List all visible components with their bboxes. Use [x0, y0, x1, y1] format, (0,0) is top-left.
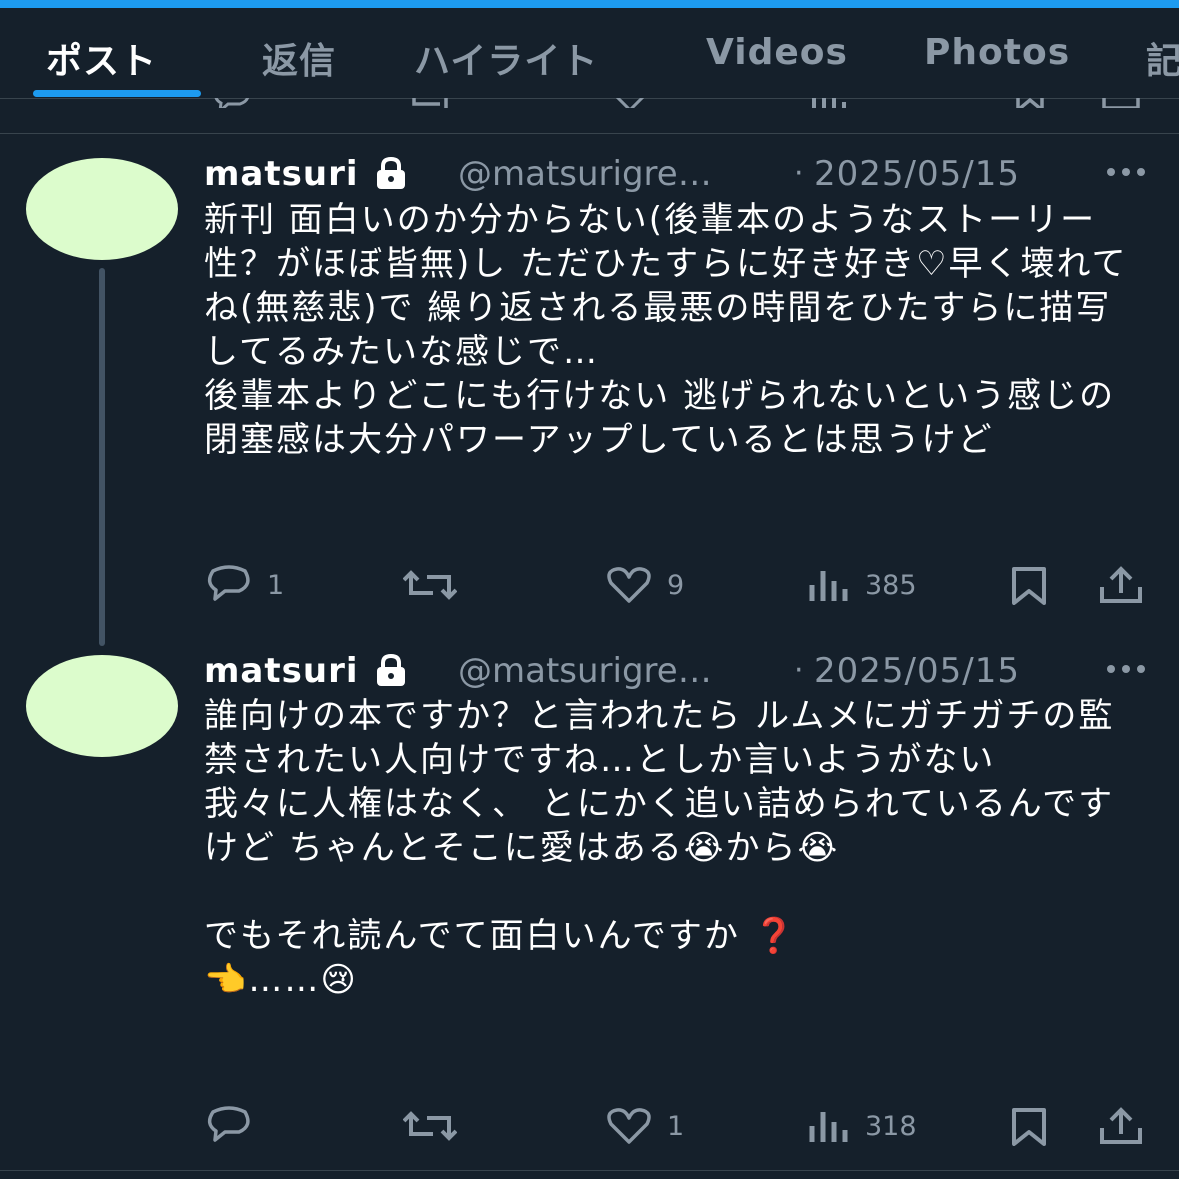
display-name[interactable]: matsuri [204, 651, 359, 691]
retweet-icon[interactable] [410, 98, 454, 108]
header-separator: · [794, 156, 804, 191]
user-handle[interactable]: @matsurigre… [458, 649, 712, 693]
post-text: 誰向けの本ですか？と言われたら ルムメにガチガチの監禁されたい人向けですね…とし… [204, 696, 1115, 1000]
post-actions: 1 9 385 [0, 565, 1179, 605]
reply-button[interactable]: 1 [205, 565, 284, 605]
views-icon [809, 571, 848, 601]
reply-count: 1 [267, 569, 285, 601]
like-button[interactable]: 1 [605, 1106, 684, 1146]
like-icon [607, 1108, 651, 1144]
more-icon[interactable] [1104, 150, 1148, 205]
like-count: 1 [667, 1110, 685, 1142]
bookmark-button[interactable] [1008, 1106, 1050, 1146]
post-divider [0, 1170, 1179, 1171]
share-icon [1100, 1107, 1142, 1144]
tab-highlights[interactable]: ハイライト [414, 32, 598, 84]
views-icon [809, 1112, 848, 1142]
share-icon [1100, 566, 1142, 603]
retweet-button[interactable] [403, 565, 471, 605]
post-text: 新刊 面白いのか分からない(後輩本のようなストーリー性？がほぼ皆無)し ただひた… [204, 200, 1128, 460]
tab-articles[interactable]: 記 [1146, 32, 1179, 84]
post-header: matsuri @matsurigre… · 2025/05/15 [204, 649, 1154, 693]
post-date[interactable]: 2025/05/15 [814, 152, 1020, 196]
post-header: matsuri @matsurigre… · 2025/05/15 [204, 152, 1154, 196]
reply-icon[interactable] [212, 98, 252, 108]
like-icon [607, 567, 651, 603]
user-handle[interactable]: @matsurigre… [458, 152, 712, 196]
share-button[interactable] [1098, 565, 1144, 605]
share-button[interactable] [1098, 1106, 1144, 1146]
reply-icon [207, 1106, 250, 1142]
bookmark-icon [1012, 1108, 1046, 1146]
tab-replies[interactable]: 返信 [262, 32, 336, 84]
header-separator: · [794, 653, 804, 688]
previous-post-actions [0, 98, 1179, 108]
display-name[interactable]: matsuri [204, 154, 359, 194]
bookmark-icon [1012, 567, 1046, 605]
lock-icon [373, 156, 409, 200]
share-icon[interactable] [1100, 98, 1144, 108]
bookmark-button[interactable] [1008, 565, 1050, 605]
profile-tabs: ポスト 返信 ハイライト Videos Photos 記 [0, 8, 1179, 99]
like-button[interactable]: 9 [605, 565, 684, 605]
bookmark-icon[interactable] [1010, 98, 1050, 108]
retweet-button[interactable] [403, 1106, 471, 1146]
lock-icon [373, 653, 409, 697]
reply-icon [207, 565, 250, 601]
tab-posts[interactable]: ポスト [46, 32, 157, 84]
views-count: 385 [865, 569, 917, 601]
active-tab-indicator [33, 90, 201, 97]
tab-videos[interactable]: Videos [706, 32, 848, 73]
views-button[interactable]: 385 [807, 565, 917, 605]
post-date[interactable]: 2025/05/15 [814, 649, 1020, 693]
reply-button[interactable] [205, 1106, 267, 1146]
views-icon[interactable] [810, 98, 850, 108]
views-count: 318 [865, 1110, 917, 1142]
post-divider [0, 133, 1179, 134]
tab-photos[interactable]: Photos [924, 32, 1070, 73]
avatar[interactable] [26, 158, 178, 260]
retweet-icon [403, 1111, 457, 1141]
post-actions: 1 318 [0, 1106, 1179, 1146]
like-icon[interactable] [610, 98, 650, 108]
like-count: 9 [667, 569, 685, 601]
avatar[interactable] [26, 655, 178, 757]
views-button[interactable]: 318 [807, 1106, 917, 1146]
top-accent-bar [0, 0, 1179, 8]
retweet-icon [403, 570, 457, 600]
